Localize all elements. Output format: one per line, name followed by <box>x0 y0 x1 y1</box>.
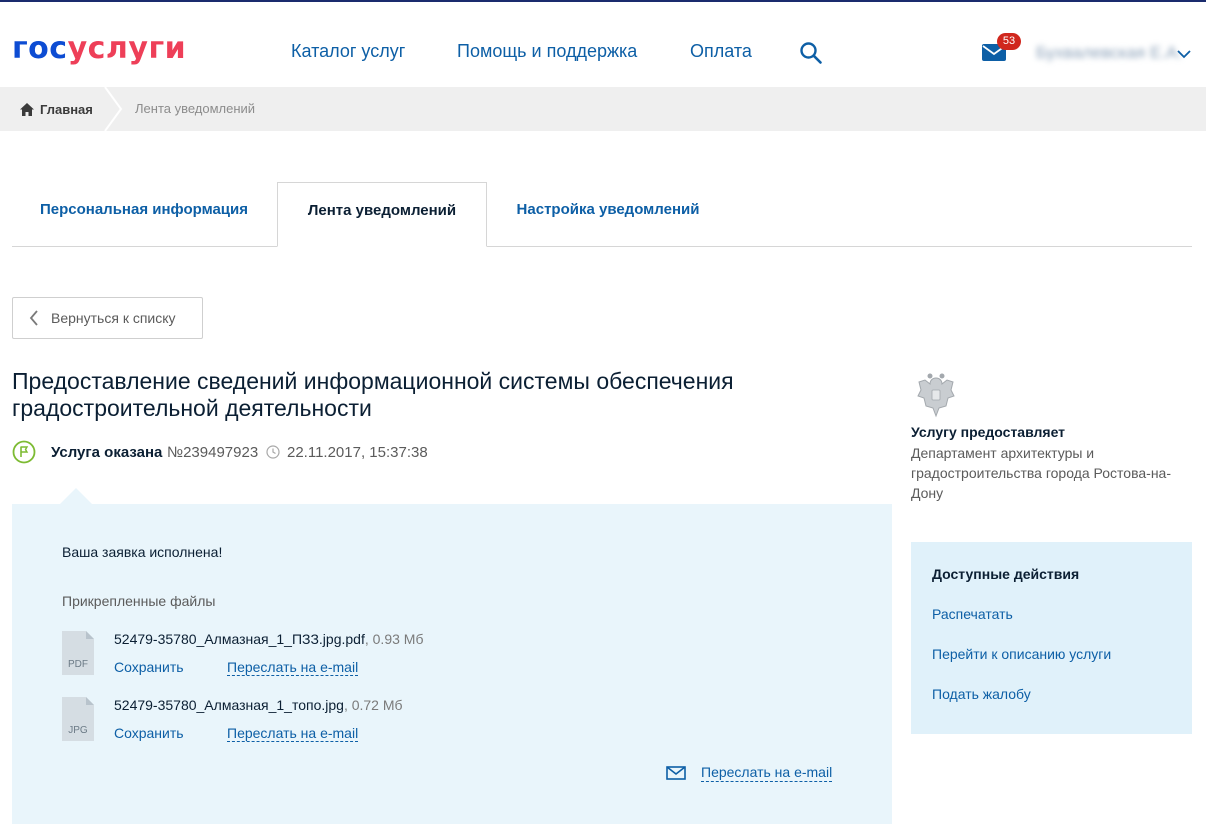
user-name[interactable]: Бухвалевская Е.А. <box>1036 43 1182 63</box>
mail-count-badge: 53 <box>997 33 1021 50</box>
action-service-description[interactable]: Перейти к описанию услуги <box>932 646 1111 662</box>
home-icon <box>20 102 34 116</box>
attached-file: JPG 52479-35780_Алмазная_1_топо.jpg, 0.7… <box>62 697 842 747</box>
action-print[interactable]: Распечатать <box>932 606 1013 622</box>
file-save-link[interactable]: Сохранить <box>114 725 184 741</box>
search-icon[interactable] <box>799 41 823 65</box>
coat-of-arms-icon <box>911 370 961 420</box>
jpg-type-label: JPG <box>68 725 88 736</box>
attached-file: PDF 52479-35780_Алмазная_1_ПЗЗ.jpg.pdf, … <box>62 631 842 681</box>
status-label: Услуга оказана <box>51 444 163 461</box>
page-title: Предоставление сведений информационной с… <box>12 368 734 421</box>
breadcrumb-home-label: Главная <box>40 101 93 117</box>
message-panel: Ваша заявка исполнена! Прикрепленные фай… <box>12 504 892 824</box>
nav-catalog[interactable]: Каталог услуг <box>291 41 405 62</box>
breadcrumb-home[interactable]: Главная <box>20 87 93 131</box>
file-name: 52479-35780_Алмазная_1_ПЗЗ.jpg.pdf, 0.93… <box>114 631 423 647</box>
provider-title: Услугу предоставляет <box>911 424 1066 440</box>
provider-name: Департамент архитектуры и градостроитель… <box>911 445 1171 501</box>
flag-check-icon <box>12 440 36 464</box>
back-to-list-label: Вернуться к списку <box>51 310 176 326</box>
breadcrumb: Главная Лента уведомлений <box>0 86 1206 132</box>
chevron-left-icon <box>29 310 38 326</box>
file-name-text: 52479-35780_Алмазная_1_ПЗЗ.jpg.pdf <box>114 631 365 647</box>
pdf-type-label: PDF <box>68 659 88 670</box>
back-to-list-button[interactable]: Вернуться к списку <box>12 297 203 339</box>
service-status: Услуга оказана №239497923 22.11.2017, 15… <box>12 438 612 466</box>
envelope-icon <box>666 766 686 780</box>
attached-files-title: Прикрепленные файлы <box>62 593 216 609</box>
file-size: , 0.93 Мб <box>364 631 424 647</box>
clock-icon <box>266 445 280 459</box>
nav-help[interactable]: Помощь и поддержка <box>457 41 637 62</box>
file-save-link[interactable]: Сохранить <box>114 659 184 675</box>
breadcrumb-separator <box>103 86 123 132</box>
action-complaint[interactable]: Подать жалобу <box>932 686 1031 702</box>
pdf-file-icon: PDF <box>62 631 94 675</box>
chevron-down-icon[interactable] <box>1177 46 1191 59</box>
jpg-file-icon: JPG <box>62 697 94 741</box>
status-datetime: 22.11.2017, 15:37:38 <box>287 444 428 461</box>
gosuslugi-logo[interactable]: госуслуги <box>12 30 186 68</box>
application-number: №239497923 <box>167 444 259 461</box>
message-text: Ваша заявка исполнена! <box>62 544 223 560</box>
file-name: 52479-35780_Алмазная_1_топо.jpg, 0.72 Мб <box>114 697 403 713</box>
logo-part-uslugi: услуги <box>67 31 187 66</box>
tab-notifications-feed[interactable]: Лента уведомлений <box>277 182 487 247</box>
site-header: госуслуги Каталог услуг Помощь и поддерж… <box>0 2 1206 87</box>
nav-payment[interactable]: Оплата <box>690 41 752 62</box>
breadcrumb-current: Лента уведомлений <box>135 101 256 116</box>
file-forward-email-link[interactable]: Переслать на e-mail <box>227 659 359 676</box>
available-actions-title: Доступные действия <box>932 566 1080 582</box>
tab-notification-settings[interactable]: Настройка уведомлений <box>488 182 728 247</box>
forward-all-email-label: Переслать на e-mail <box>701 764 833 782</box>
available-actions-panel: Доступные действия Распечатать Перейти к… <box>911 542 1192 734</box>
tab-personal-info[interactable]: Персональная информация <box>12 182 276 247</box>
file-forward-email-link[interactable]: Переслать на e-mail <box>227 725 359 742</box>
file-size: , 0.72 Мб <box>343 697 403 713</box>
file-name-text: 52479-35780_Алмазная_1_топо.jpg <box>114 697 344 713</box>
logo-part-gos: гос <box>12 31 68 66</box>
